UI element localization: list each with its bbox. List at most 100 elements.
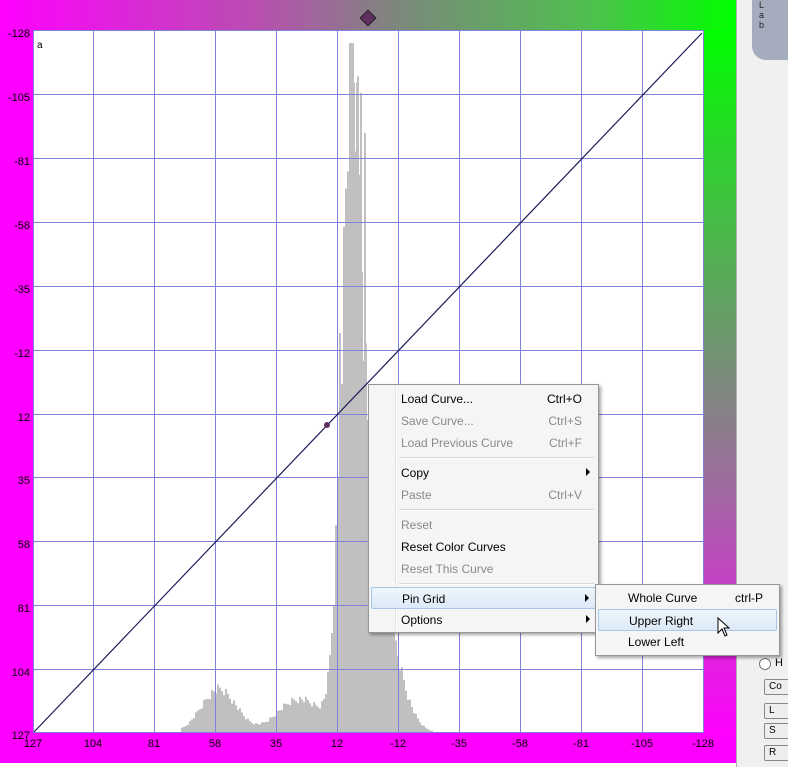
y-tick-label: 58 [17,539,30,551]
y-tick-label: -35 [14,284,30,296]
y-tick-label: -58 [14,220,30,232]
histogram-bar [347,171,349,733]
curve-control-point[interactable] [324,422,330,428]
y-tick-label: -81 [14,156,30,168]
histogram-bar [407,699,409,733]
histogram-bar [243,716,245,733]
histogram-bar [233,700,235,733]
histogram-bar [303,702,305,733]
menu-item-load-previous-curve[interactable]: Load Previous Curve Ctrl+F [371,432,596,454]
histogram-bar [267,721,269,733]
menu-item-label: Reset This Curve [401,562,494,576]
histogram-bar [271,717,273,733]
histogram-bar [391,632,393,733]
histogram-bar [253,724,255,733]
histogram-bar [299,696,301,733]
histogram-bar [345,188,347,733]
histogram-bar [249,721,251,733]
menu-item-shortcut: Ctrl+V [548,488,582,502]
histogram-bar [269,717,271,733]
histogram-bar [213,691,215,733]
y-tick-label: -105 [7,92,30,104]
menu-item-label: Options [401,613,443,627]
menu-item-save-curve[interactable]: Save Curve... Ctrl+S [371,410,596,432]
menu-item-label: Copy [401,466,430,480]
menu-item-copy[interactable]: Copy [371,462,596,484]
menu-item-reset-this-curve[interactable]: Reset This Curve [371,558,596,580]
menu-item-label: Reset Color Curves [401,540,506,554]
side-button-4[interactable]: R [764,745,788,761]
context-menu: Load Curve... Ctrl+O Save Curve... Ctrl+… [368,384,599,633]
x-tick-label: 104 [83,738,103,750]
histogram-bar [209,699,211,733]
histogram-bar [315,704,317,733]
submenu-item-whole-curve[interactable]: Whole Curve ctrl-P [598,587,777,609]
x-tick-label: -58 [512,738,528,750]
histogram-bar [323,698,325,733]
y-tick-label: 35 [17,475,30,487]
x-tick-label: 12 [330,738,344,750]
histogram-bar [231,703,233,733]
histogram-bar [317,707,319,733]
histogram-bar [293,699,295,733]
side-button-1[interactable]: Co [764,679,788,695]
histogram-bar [343,226,345,733]
menu-item-reset-color-curves[interactable]: Reset Color Curves [371,536,596,558]
histogram-bar [331,632,333,733]
gradient-left-bar [0,30,33,736]
histogram-bar [423,725,425,733]
menu-item-load-curve[interactable]: Load Curve... Ctrl+O [371,388,596,410]
histogram-bar [235,705,237,733]
histogram-bar [187,724,189,733]
x-tick-label: -105 [630,738,654,750]
histogram-bar [307,700,309,733]
side-button-2[interactable]: L [764,703,788,719]
side-radio-label: H [775,657,783,669]
menu-separator [399,457,594,459]
submenu-item-upper-right[interactable]: Upper Right [598,609,777,631]
histogram-bar [413,713,415,733]
histogram-bar [409,699,411,733]
menu-item-label: Load Previous Curve [401,436,514,450]
histogram-bar [360,93,362,733]
histogram-bar [191,719,193,733]
histogram-bar [415,713,417,733]
menu-item-pin-grid[interactable]: Pin Grid [371,587,596,609]
side-button-3[interactable]: S [764,723,788,739]
histogram-bar [309,703,311,733]
histogram-bar [297,703,299,733]
submenu-item-lower-left[interactable]: Lower Left [598,631,777,653]
histogram-bar [219,687,221,733]
histogram-bar [279,710,281,733]
histogram-bar [352,43,354,733]
histogram-bar [301,699,303,733]
histogram-bar [273,716,275,733]
histogram-bar [239,708,241,733]
menu-separator [399,509,594,511]
histogram-bar [419,722,421,733]
histogram-bar [203,699,205,733]
histogram-bar [211,690,213,733]
menu-item-paste[interactable]: Paste Ctrl+V [371,484,596,506]
lab-tab[interactable] [752,0,788,60]
histogram-bar [327,671,329,733]
histogram-bar [305,696,307,733]
histogram-bar [405,690,407,733]
y-tick-label: 104 [11,667,30,679]
histogram-bar [341,383,343,733]
histogram-bar [403,679,405,733]
y-tick-label: -12 [14,348,30,360]
histogram-bar [197,710,199,733]
menu-item-reset[interactable]: Reset [371,514,596,536]
histogram-bar [393,622,395,733]
menu-item-shortcut: Ctrl+O [546,392,582,406]
menu-item-options[interactable]: Options [371,609,596,631]
histogram-bar [201,708,203,733]
histogram-bar [223,695,225,733]
histogram-bar [229,698,231,733]
histogram-bar [311,706,313,733]
side-radio-button[interactable] [759,658,771,670]
histogram-bar [257,723,259,733]
histogram-bar [189,720,191,733]
menu-item-label: Whole Curve [628,591,698,605]
